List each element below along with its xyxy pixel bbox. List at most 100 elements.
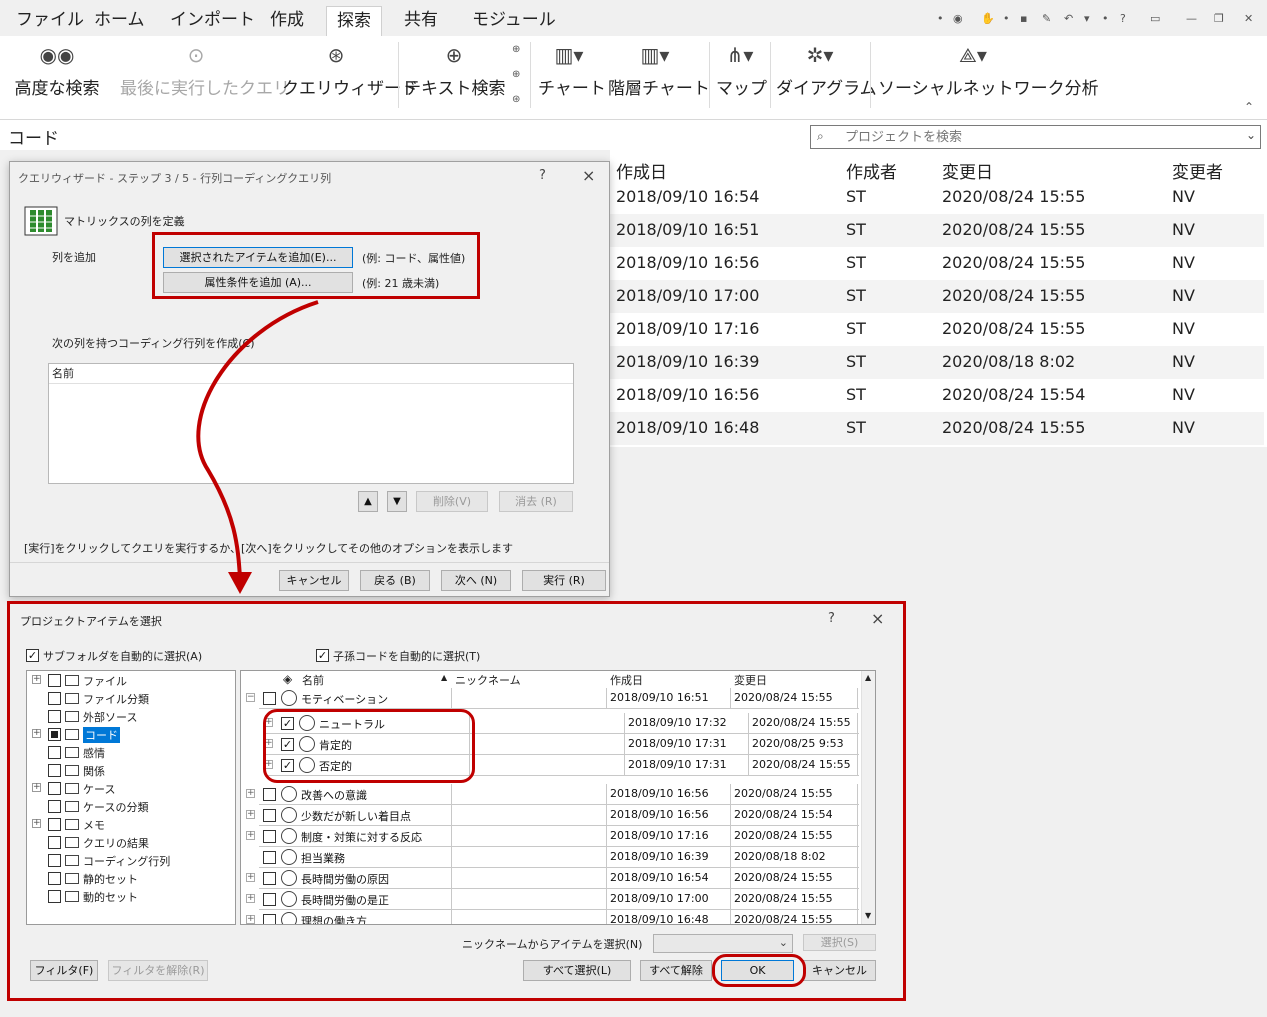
- row-checkbox[interactable]: [263, 692, 276, 705]
- table-row[interactable]: + 長時間労働の原因 2018/09/10 16:54 2020/08/24 15:5…: [246, 868, 859, 889]
- expand-icon[interactable]: +: [246, 873, 255, 882]
- folder-icon: [65, 819, 79, 830]
- cell-created: 2018/09/10 16:39: [610, 850, 709, 863]
- tree-item[interactable]: ファイル分類: [27, 690, 235, 708]
- tree-checkbox[interactable]: [48, 764, 61, 777]
- tree-checkbox[interactable]: [48, 890, 61, 903]
- scroll-down-icon[interactable]: ▼: [865, 911, 871, 920]
- column-divider: [730, 688, 731, 709]
- column-divider: [606, 688, 607, 709]
- table-row[interactable]: + 少数だが新しい着目点 2018/09/10 16:56 2020/08/24 15…: [246, 805, 859, 826]
- expand-icon[interactable]: +: [32, 819, 41, 828]
- column-divider: [730, 784, 731, 805]
- tree-checkbox[interactable]: [48, 782, 61, 795]
- auto-subfolder-label: サブフォルダを自動的に選択(A): [43, 650, 203, 663]
- nickname-dropdown[interactable]: ⌄: [653, 934, 793, 953]
- folder-tree[interactable]: + ファイル ファイル分類 外部ソース + コード感情関係 + ケース ケースの分類 + メモ クエリ…: [26, 670, 236, 925]
- row-checkbox[interactable]: [263, 788, 276, 801]
- cell-modified: 2020/08/25 9:53: [752, 737, 844, 750]
- tree-item-label: 関係: [83, 765, 105, 778]
- tree-item[interactable]: 動的セット: [27, 888, 235, 906]
- tree-item[interactable]: + ケース: [27, 780, 235, 798]
- expand-icon[interactable]: −: [246, 693, 255, 702]
- row-checkbox[interactable]: [263, 872, 276, 885]
- tree-item[interactable]: + コード: [27, 726, 235, 744]
- select-all-radio-icon[interactable]: ◈: [283, 672, 292, 686]
- table-row[interactable]: 担当業務 2018/09/10 16:39 2020/08/18 8:02: [259, 847, 859, 868]
- expand-icon[interactable]: +: [246, 894, 255, 903]
- filter-button[interactable]: フィルタ(F): [30, 960, 98, 981]
- expand-icon[interactable]: +: [246, 915, 255, 924]
- tree-checkbox[interactable]: [48, 818, 61, 831]
- tree-item[interactable]: 関係: [27, 762, 235, 780]
- row-checkbox[interactable]: [263, 830, 276, 843]
- row-checkbox[interactable]: [263, 893, 276, 906]
- column-divider: [730, 868, 731, 889]
- cell-modified: 2020/08/24 15:54: [734, 808, 833, 821]
- tree-checkbox[interactable]: [48, 836, 61, 849]
- tree-item[interactable]: + メモ: [27, 816, 235, 834]
- column-header-nickname[interactable]: ニックネーム: [455, 672, 521, 688]
- column-header-name[interactable]: 名前: [302, 672, 324, 688]
- tree-item[interactable]: コーディング行列: [27, 852, 235, 870]
- expand-icon[interactable]: +: [246, 810, 255, 819]
- table-row[interactable]: + 長時間労働の是正 2018/09/10 17:00 2020/08/24 15:5…: [246, 889, 859, 910]
- table-row[interactable]: + 改善への意識 2018/09/10 16:56 2020/08/24 15:55: [246, 784, 859, 805]
- column-divider: [857, 688, 858, 709]
- code-node-icon: [281, 870, 297, 886]
- tree-checkbox[interactable]: [48, 692, 61, 705]
- tree-item-label: コード: [83, 727, 120, 743]
- expand-icon[interactable]: +: [32, 675, 41, 684]
- tree-item[interactable]: 外部ソース: [27, 708, 235, 726]
- items-grid[interactable]: ◈ 名前 ▲ ニックネーム 作成日 変更日 − モティベーション 2018/09/1…: [240, 670, 876, 925]
- expand-icon[interactable]: +: [246, 789, 255, 798]
- expand-icon[interactable]: +: [246, 831, 255, 840]
- folder-icon: [65, 873, 79, 884]
- tree-checkbox[interactable]: [48, 872, 61, 885]
- sort-up-icon: ▲: [441, 673, 448, 682]
- deselect-all-button[interactable]: すべて解除: [640, 960, 712, 981]
- row-checkbox[interactable]: [263, 851, 276, 864]
- tree-item[interactable]: 静的セット: [27, 870, 235, 888]
- chevron-down-icon: ⌄: [778, 936, 788, 949]
- nickname-select-label: ニックネームからアイテムを選択(N): [462, 938, 643, 951]
- tree-item[interactable]: クエリの結果: [27, 834, 235, 852]
- cancel-button[interactable]: キャンセル: [803, 960, 876, 981]
- column-divider: [730, 805, 731, 826]
- table-row[interactable]: + 理想の働き方 2018/09/10 16:48 2020/08/24 15:55: [246, 910, 859, 924]
- clear-filter-button[interactable]: フィルタを解除(R): [108, 960, 208, 981]
- tree-checkbox[interactable]: [48, 710, 61, 723]
- tree-item-label: 感情: [83, 747, 105, 760]
- tree-checkbox[interactable]: [48, 728, 61, 741]
- tree-item[interactable]: 感情: [27, 744, 235, 762]
- tree-checkbox[interactable]: [48, 800, 61, 813]
- select-project-items-dialog: プロジェクトアイテムを選択 ? × ✓ サブフォルダを自動的に選択(A) ✓ 子…: [9, 603, 905, 1000]
- row-checkbox[interactable]: [263, 914, 276, 924]
- column-header-created[interactable]: 作成日: [610, 672, 643, 688]
- tree-item[interactable]: ケースの分類: [27, 798, 235, 816]
- column-divider: [624, 755, 625, 776]
- column-divider: [857, 713, 858, 734]
- close-button[interactable]: ×: [871, 609, 884, 628]
- scrollbar[interactable]: ▲ ▼: [861, 671, 875, 924]
- table-row[interactable]: + 制度・対策に対する反応 2018/09/10 17:16 2020/08/24 1…: [246, 826, 859, 847]
- auto-subfolder-checkbox[interactable]: ✓: [26, 649, 39, 662]
- auto-child-checkbox[interactable]: ✓: [316, 649, 329, 662]
- cell-modified: 2020/08/24 15:55: [734, 829, 833, 842]
- expand-icon[interactable]: +: [32, 783, 41, 792]
- select-all-button[interactable]: すべて選択(L): [523, 960, 631, 981]
- parent-row[interactable]: − モティベーション 2018/09/10 16:51 2020/08/24 15:5…: [246, 688, 859, 709]
- select-button[interactable]: 選択(S): [803, 934, 876, 951]
- cell-modified: 2020/08/24 15:55: [734, 787, 833, 800]
- row-checkbox[interactable]: [263, 809, 276, 822]
- cell-name: 担当業務: [301, 852, 345, 865]
- tree-checkbox[interactable]: [48, 746, 61, 759]
- help-button[interactable]: ?: [828, 611, 835, 626]
- tree-checkbox[interactable]: [48, 674, 61, 687]
- expand-icon[interactable]: +: [32, 729, 41, 738]
- scroll-up-icon[interactable]: ▲: [865, 673, 871, 682]
- cell-created: 2018/09/10 16:56: [610, 787, 709, 800]
- tree-item[interactable]: + ファイル: [27, 672, 235, 690]
- column-header-modified[interactable]: 変更日: [734, 672, 767, 688]
- tree-checkbox[interactable]: [48, 854, 61, 867]
